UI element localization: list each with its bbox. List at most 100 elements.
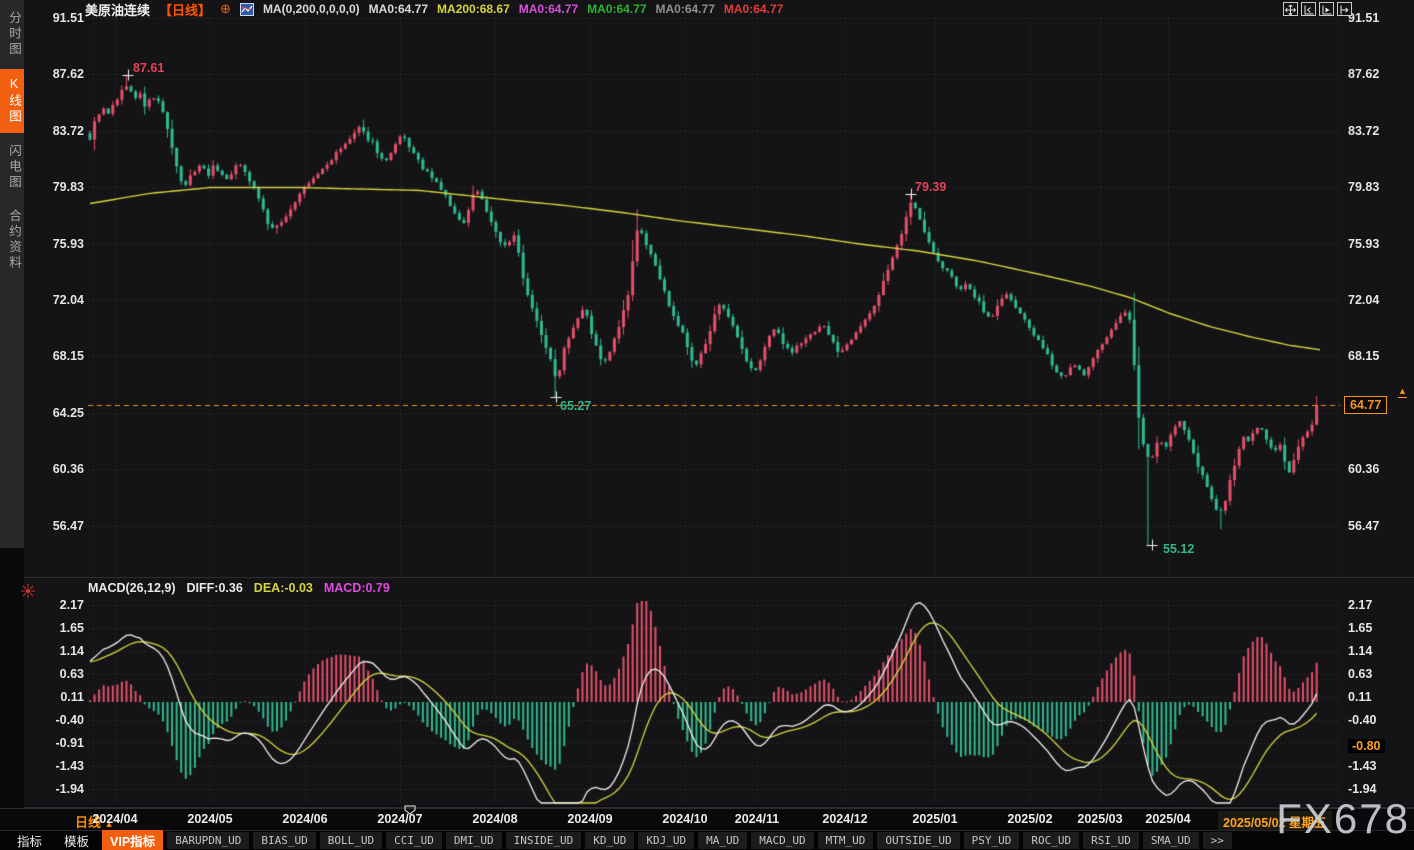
price-axis-label: 87.62 (1348, 66, 1410, 82)
price-axis-label: 60.36 (24, 461, 84, 477)
price-axis-label: 83.72 (24, 123, 84, 139)
macd-axis-label: 1.14 (1348, 643, 1410, 659)
price-annotation: 55.12 (1163, 542, 1194, 556)
chart-header: 美原油连续 【日线】 ⊕ MA(0,200,0,0,0,0) MA0:64.77… (85, 1, 792, 17)
ma-value: MA200:68.67 (437, 2, 510, 16)
time-axis: 日线 ▲ 2025/05/02 星期五 2024/042024/052024/0… (0, 808, 1414, 831)
ma-value: MA0:64.77 (369, 2, 428, 16)
price-annotation: 65.27 (560, 399, 591, 413)
time-axis-label: 2025/03 (1077, 812, 1122, 826)
toolbar-button-6[interactable]: CCI_UD (386, 832, 442, 849)
macd-diff-value: DIFF:0.36 (187, 581, 243, 595)
indicator-toolbar: 指标模板VIP指标BARUPDN_UDBIAS_UD BOLL_UDCCI_UDD… (0, 830, 1414, 850)
macd-axis-label: 1.14 (24, 643, 84, 659)
macd-axis-label: 0.63 (24, 666, 84, 682)
sidebar-tab-time-chart[interactable]: 分时图 (0, 3, 24, 66)
macd-axis-label: -1.43 (24, 758, 84, 774)
toolbar-button-14[interactable]: OUTSIDE_UD (877, 832, 959, 849)
sidebar-tab-lightning-chart[interactable]: 闪电图 (0, 136, 24, 199)
ma-value: MA0:64.77 (519, 2, 578, 16)
price-axis-label: 75.93 (1348, 236, 1410, 252)
pan-icon[interactable] (1283, 2, 1298, 16)
time-axis-label: 2024/06 (282, 812, 327, 826)
macd-axis-label: 1.65 (1348, 620, 1410, 636)
chart-canvas[interactable] (0, 0, 1414, 850)
toolbar-button-5[interactable]: BOLL_UD (320, 832, 382, 849)
toolbar-button-8[interactable]: INSIDE_UD (506, 832, 582, 849)
timeline-marker[interactable] (404, 805, 416, 815)
macd-axis-label: 1.65 (24, 620, 84, 636)
symbol-title: 美原油连续 (85, 0, 150, 19)
alert-star-icon[interactable] (20, 583, 36, 604)
price-axis-label: 87.62 (24, 66, 84, 82)
zoom-in-axis-icon[interactable] (1301, 2, 1316, 16)
mini-chart-icon[interactable] (240, 3, 254, 16)
price-axis-label: 75.93 (24, 236, 84, 252)
price-axis-label: 56.47 (24, 518, 84, 534)
sidebar-tab-contract-info[interactable]: 合约资料 (0, 201, 24, 279)
macd-axis-label: -1.43 (1348, 758, 1410, 774)
shift-right-icon[interactable] (1337, 2, 1352, 16)
add-indicator-icon[interactable]: ⊕ (220, 1, 231, 17)
time-axis-label: 2024/10 (662, 812, 707, 826)
price-axis-label: 83.72 (1348, 123, 1410, 139)
time-axis-label: 2024/05 (187, 812, 232, 826)
price-axis-label: 91.51 (1348, 10, 1410, 26)
price-annotation: 79.39 (915, 180, 946, 194)
macd-axis-label: 0.11 (1348, 689, 1410, 705)
window-controls (1283, 2, 1352, 16)
zoom-out-axis-icon[interactable] (1319, 2, 1334, 16)
toolbar-button-2[interactable]: VIP指标 (102, 830, 163, 850)
macd-title: MACD(26,12,9) (88, 581, 176, 595)
macd-current-value-tag: -0.80 (1348, 739, 1385, 753)
toolbar-button-0[interactable]: 指标 (8, 830, 51, 850)
time-axis-label: 2025/04 (1145, 812, 1190, 826)
period-tag[interactable]: 【日线】 (159, 0, 211, 19)
toolbar-button-12[interactable]: MACD_UD (751, 832, 813, 849)
price-axis-label: 79.83 (24, 179, 84, 195)
price-annotation: 87.61 (133, 61, 164, 75)
sidebar: 分时图 K线图 闪电图 合约资料 (0, 0, 24, 548)
toolbar-button-15[interactable]: PSY_UD (964, 832, 1020, 849)
toolbar-button-4[interactable]: BIAS_UD (253, 832, 315, 849)
macd-macd-value: MACD:0.79 (324, 581, 390, 595)
price-up-arrow-icon: ▲ (1398, 386, 1407, 398)
ma-formula-label: MA(0,200,0,0,0,0) (263, 2, 360, 16)
toolbar-button-1[interactable]: 模板 (55, 830, 98, 850)
toolbar-button-9[interactable]: KD_UD (585, 832, 634, 849)
time-axis-label: 2024/04 (92, 812, 137, 826)
toolbar-button-11[interactable]: MA_UD (698, 832, 747, 849)
macd-axis-label: 0.11 (24, 689, 84, 705)
watermark: FX678 (1276, 798, 1410, 840)
price-axis-label: 60.36 (1348, 461, 1410, 477)
macd-axis-label: 0.63 (1348, 666, 1410, 682)
toolbar-button-16[interactable]: ROC_UD (1023, 832, 1079, 849)
toolbar-button-17[interactable]: RSI_UD (1083, 832, 1139, 849)
last-price-tag: 64.77 (1344, 396, 1387, 414)
price-axis-label: 68.15 (24, 348, 84, 364)
sidebar-tab-kline-chart[interactable]: K线图 (0, 69, 24, 133)
toolbar-button-13[interactable]: MTM_UD (818, 832, 874, 849)
toolbar-button-10[interactable]: KDJ_UD (638, 832, 694, 849)
time-axis-label: 2024/11 (735, 812, 780, 826)
macd-axis-label: -1.94 (24, 781, 84, 797)
macd-axis-label: 2.17 (1348, 597, 1410, 613)
price-axis-label: 64.25 (24, 405, 84, 421)
time-axis-label: 2025/01 (912, 812, 957, 826)
price-axis-label: 91.51 (24, 10, 84, 26)
macd-dea-value: DEA:-0.03 (254, 581, 313, 595)
toolbar-button-18[interactable]: SMA_UD (1143, 832, 1199, 849)
toolbar-button-7[interactable]: DMI_UD (446, 832, 502, 849)
price-axis-label: 56.47 (1348, 518, 1410, 534)
time-axis-label: 2024/12 (822, 812, 867, 826)
price-axis-label: 68.15 (1348, 348, 1410, 364)
toolbar-button-3[interactable]: BARUPDN_UD (167, 832, 249, 849)
time-axis-label: 2024/09 (567, 812, 612, 826)
macd-axis-label: -0.40 (1348, 712, 1410, 728)
toolbar-button-19[interactable]: >> (1203, 832, 1232, 849)
macd-axis-label: -0.91 (24, 735, 84, 751)
ma-value: MA0:64.77 (587, 2, 646, 16)
panel-divider[interactable] (24, 577, 1414, 578)
macd-header: MACD(26,12,9) DIFF:0.36 DEA:-0.03 MACD:0… (88, 581, 390, 595)
price-axis-label: 79.83 (1348, 179, 1410, 195)
